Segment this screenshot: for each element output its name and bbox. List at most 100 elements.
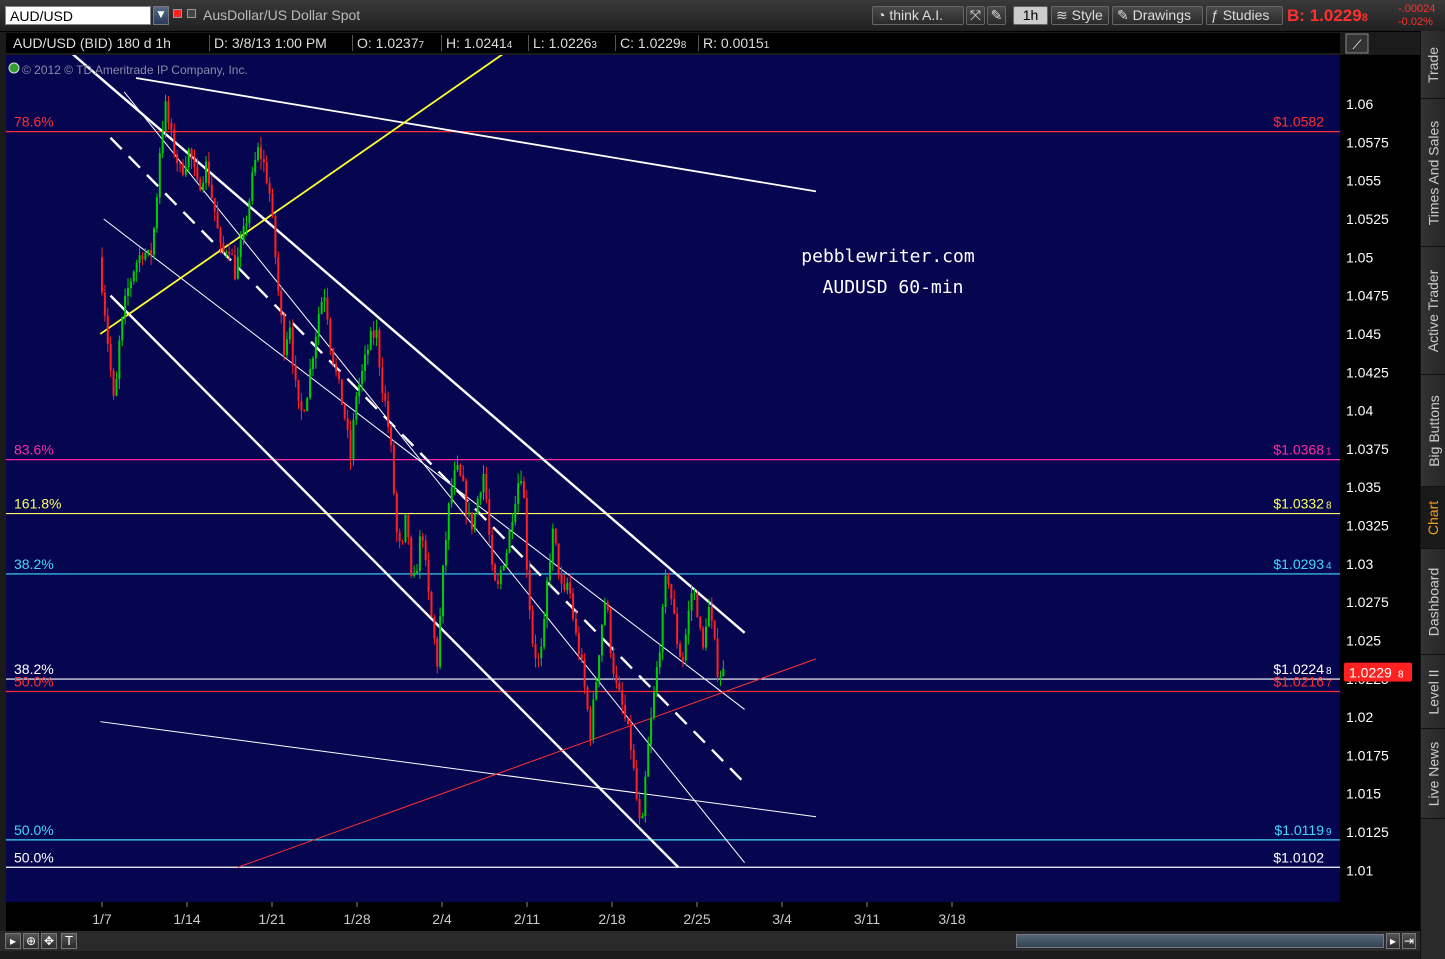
timeframe-button[interactable]: 1h: [1013, 6, 1048, 25]
candle-body: [390, 426, 392, 446]
time-scrollbar[interactable]: [1016, 934, 1384, 948]
bar-low-frac: 3: [591, 40, 597, 51]
symbol-input[interactable]: AUD/USD: [5, 6, 151, 25]
candle-body: [216, 211, 219, 229]
candle-body: [239, 240, 242, 257]
crosshair-tool-icon[interactable]: ⤧: [966, 6, 985, 25]
candle-body: [349, 429, 352, 460]
candle-body: [268, 183, 271, 194]
candle-body: [595, 682, 598, 700]
candle-body: [485, 473, 488, 500]
candle-body: [629, 724, 632, 750]
think-ai-button[interactable]: ◔ think A.I.: [872, 6, 964, 25]
style-icon: ≋: [1056, 7, 1072, 23]
candle-body: [337, 371, 340, 380]
candle-body: [225, 251, 228, 253]
fib-level-label: 50.0%: [14, 673, 54, 689]
bar-date: D: 3/8/13 1:00 PM: [209, 35, 327, 51]
fib-level-price-fraction: 1: [1326, 447, 1332, 458]
tab-big-buttons[interactable]: Big Buttons: [1421, 375, 1445, 487]
candle-body: [661, 606, 664, 653]
tab-times-and-sales[interactable]: Times And Sales: [1421, 99, 1445, 247]
x-tick-label: 1/14: [173, 911, 200, 927]
bar-open: O: 1.02377: [352, 35, 424, 51]
candle-body: [439, 616, 442, 667]
price-chart[interactable]: 1.06 1.0575 1.055 1.0525 1.05 1.0475 1.045 1.04…: [0, 31, 1420, 931]
candle-body: [309, 369, 312, 398]
time-axis[interactable]: [6, 902, 1340, 931]
pan-icon[interactable]: ✥: [41, 933, 57, 949]
candle-body: [231, 254, 234, 256]
candle-body: [626, 718, 629, 725]
candle-body: [459, 464, 462, 476]
candle-body: [696, 593, 699, 618]
chart-title: pebblewriter.com: [801, 246, 974, 267]
wrench-icon[interactable]: ✎: [987, 6, 1006, 25]
tab-level-ii[interactable]: Level II: [1421, 655, 1445, 729]
text-tool-icon[interactable]: T: [61, 933, 77, 949]
candle-body: [517, 483, 520, 505]
candle-body: [710, 607, 713, 621]
pencil-icon: ✎: [1117, 7, 1133, 23]
bar-low-value: L: 1.0226: [533, 35, 592, 51]
candle-body: [314, 336, 317, 359]
tab-active-trader[interactable]: Active Trader: [1421, 247, 1445, 375]
candle-body: [150, 249, 153, 255]
candle-body: [424, 540, 427, 561]
bar-range-value: R: 0.0015: [703, 35, 764, 51]
candle-body: [335, 363, 338, 372]
studies-button[interactable]: ƒ Studies: [1206, 6, 1283, 25]
candle-body: [705, 626, 708, 648]
candle-body: [254, 160, 257, 173]
candle-body: [719, 676, 722, 678]
candle-body: [450, 487, 453, 504]
scroll-right-icon[interactable]: ▸: [1386, 933, 1400, 949]
fib-level-price: $1.0368: [1273, 442, 1324, 458]
candle-body: [167, 101, 170, 123]
candle-body: [173, 129, 176, 155]
candle-body: [311, 358, 314, 370]
scroll-end-icon[interactable]: ⇥: [1402, 933, 1416, 949]
candle-body: [121, 317, 124, 341]
candle-body: [236, 256, 239, 280]
drawings-button[interactable]: ✎ Drawings: [1112, 6, 1203, 25]
candle-body: [285, 339, 288, 355]
bid-price: B: 1.02298: [1287, 6, 1368, 26]
fib-level-price: $1.0582: [1273, 114, 1324, 130]
chart-toolbar: AUD/USD ▼ AusDollar/US Dollar Spot ◔ thi…: [0, 0, 1445, 32]
candle-body: [106, 315, 109, 344]
candle-body: [181, 163, 184, 175]
candle-body: [340, 379, 343, 405]
candle-body: [155, 197, 158, 229]
symbol-dropdown-icon[interactable]: ▼: [153, 6, 169, 25]
candle-body: [265, 162, 268, 184]
tab-trade[interactable]: Trade: [1421, 31, 1445, 99]
candle-body: [713, 620, 716, 639]
fib-level-price: $1.0102: [1273, 849, 1324, 865]
zoom-icon[interactable]: ⊕: [23, 933, 39, 949]
candle-body: [413, 572, 416, 576]
grid-icon[interactable]: [187, 9, 196, 18]
candle-body: [583, 659, 586, 688]
tab-chart[interactable]: Chart: [1421, 487, 1445, 549]
fib-level-price: $1.0216: [1273, 673, 1324, 689]
link-color-icon[interactable]: [173, 9, 182, 18]
candle-body: [193, 159, 196, 167]
candle-body: [557, 543, 560, 574]
drawing-mode-icon[interactable]: ▸: [5, 933, 21, 949]
x-tick-label: 1/28: [343, 911, 370, 927]
tab-dashboard[interactable]: Dashboard: [1421, 549, 1445, 655]
y-tick-label: 1.0425: [1346, 364, 1389, 380]
candle-body: [430, 591, 433, 617]
fib-level-price: $1.0332: [1273, 496, 1324, 512]
candle-body: [164, 101, 167, 131]
candle-body: [144, 252, 147, 260]
tab-trade-label: Trade: [1425, 46, 1442, 83]
last-price-fraction: 8: [1398, 670, 1404, 681]
candle-body: [196, 166, 199, 180]
style-button[interactable]: ≋ Style: [1051, 6, 1109, 25]
candle-body: [667, 575, 670, 585]
bar-high: H: 1.02414: [441, 35, 512, 51]
candle-body: [387, 400, 390, 427]
tab-live-news[interactable]: Live News: [1421, 729, 1445, 819]
